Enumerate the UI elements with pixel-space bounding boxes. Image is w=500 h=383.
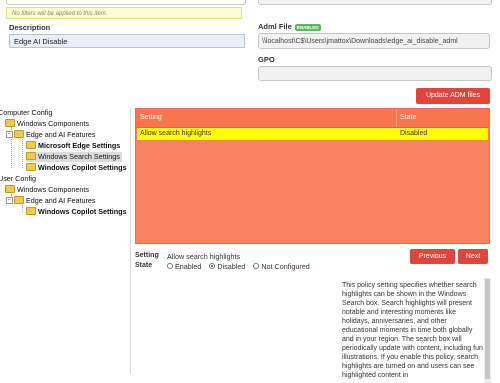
radio-icon [253, 263, 260, 270]
cell-state: Disabled [400, 130, 428, 137]
column-header-setting[interactable]: Setting [140, 109, 162, 127]
radio-disabled[interactable]: Disabled [209, 262, 245, 271]
tree-item-computer-config[interactable]: Computer Config [0, 108, 52, 118]
tree-label: Microsoft Edge Settings [38, 141, 121, 150]
radio-not-configured[interactable]: Not Configured [253, 262, 310, 271]
help-scrollbar-thumb[interactable] [485, 279, 490, 379]
radio-label: Disabled [217, 262, 246, 271]
folder-icon [26, 141, 36, 150]
tree-label: Edge and AI Features [26, 196, 96, 205]
radio-label: Not Configured [261, 262, 310, 271]
tree-item-cc-search-settings[interactable]: Windows Search Settings [26, 152, 122, 162]
gpo-label: GPO [258, 55, 275, 64]
tree-label: Windows Search Settings [38, 152, 120, 161]
tree-label: User Config [0, 174, 36, 183]
state-radio-group: Enabled Disabled Not Configured [167, 262, 316, 271]
table-row[interactable]: Allow search highlights Disabled [137, 128, 488, 140]
collapse-icon[interactable]: − [6, 130, 13, 138]
radio-icon [167, 263, 173, 270]
tree-label: Computer Config [0, 108, 53, 117]
tree-item-uc-copilot-settings[interactable]: Windows Copilot Settings [26, 207, 127, 217]
setting-value: Allow search highlights [167, 252, 241, 261]
tree-label: Windows Components [17, 185, 89, 194]
next-button[interactable]: Next [458, 249, 488, 264]
update-adm-files-button[interactable]: Update ADM files [416, 88, 490, 104]
folder-icon [5, 119, 15, 128]
policy-tree: Computer Config Windows Components − Edge… [0, 108, 131, 374]
tree-item-uc-edge-ai[interactable]: − Edge and AI Features [6, 196, 96, 206]
help-text: This policy setting specifies whether se… [342, 282, 483, 379]
tree-label: Edge and AI Features [26, 130, 96, 139]
radio-label: Enabled [175, 262, 202, 271]
cell-setting: Allow search highlights [140, 130, 212, 137]
adml-label-text: Adml File [258, 22, 292, 31]
previous-button[interactable]: Previous [410, 249, 455, 264]
description-label: Description [9, 23, 51, 32]
tree-label: Windows Copilot Settings [38, 163, 127, 172]
radio-enabled[interactable]: Enabled [167, 262, 201, 271]
tree-item-cc-edge-settings[interactable]: Microsoft Edge Settings [26, 141, 120, 151]
adml-file-input[interactable]: \\localhost\C$\Users\jmattox\Downloads\e… [258, 33, 490, 49]
folder-icon [14, 196, 24, 205]
column-divider [396, 109, 397, 127]
setting-label: Setting [135, 252, 159, 259]
folder-icon [5, 185, 15, 194]
tree-label: Windows Components [17, 119, 89, 128]
tree-item-cc-edge-ai[interactable]: − Edge and AI Features [6, 130, 96, 140]
tree-item-cc-copilot-settings[interactable]: Windows Copilot Settings [26, 163, 127, 173]
folder-icon [26, 207, 36, 216]
enabled-badge: ENABLED [294, 23, 321, 31]
tree-item-cc-windows-components[interactable]: Windows Components [5, 119, 89, 129]
tree-label: Windows Copilot Settings [38, 207, 127, 216]
top-right-field[interactable] [258, 0, 492, 5]
gpo-input[interactable] [258, 66, 492, 81]
table-header: Setting State [136, 109, 489, 128]
tree-item-user-config[interactable]: User Config [0, 174, 36, 184]
description-input[interactable]: Edge AI Disable [9, 34, 245, 48]
column-header-state[interactable]: State [400, 109, 416, 127]
settings-table: Setting State Allow search highlights Di… [135, 108, 490, 244]
adml-label: Adml File ENABLED [258, 22, 321, 31]
tree-item-uc-windows-components[interactable]: Windows Components [5, 185, 89, 195]
state-label: State [135, 262, 153, 269]
top-left-field[interactable] [6, 0, 246, 5]
folder-icon [26, 152, 36, 161]
folder-icon [14, 130, 24, 139]
filter-note: No filters will be applied to this item. [6, 7, 242, 19]
collapse-icon[interactable]: − [6, 196, 13, 204]
radio-selected-icon [209, 263, 216, 270]
folder-icon [26, 163, 36, 172]
